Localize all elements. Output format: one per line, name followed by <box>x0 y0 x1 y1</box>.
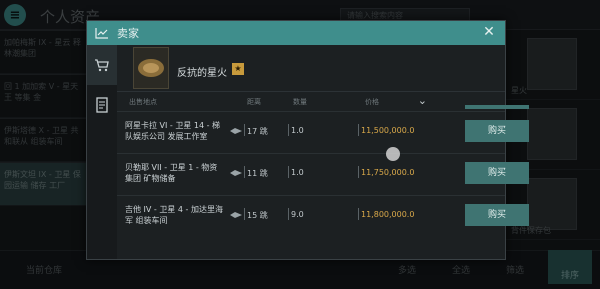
buy-button[interactable]: 购买 <box>465 120 529 142</box>
ship-icon <box>230 212 242 218</box>
divider <box>288 208 289 220</box>
dialog-header: 卖家 ✕ <box>87 21 505 45</box>
sell-location: 贝勒耶 VII - 卫星 1 - 物资集团 矿物储备 <box>125 163 218 183</box>
divider <box>358 166 359 178</box>
chevron-down-icon[interactable]: ⌄ <box>418 94 427 107</box>
column-quantity: 数量 <box>293 98 307 106</box>
sell-location: 阿星卡拉 VI - 卫星 14 - 梯队娱乐公司 发展工作室 <box>125 121 221 141</box>
divider <box>244 166 245 178</box>
price: 11,750,000.0 <box>361 168 415 177</box>
sellers-dialog: 卖家 ✕ 反抗的星火 ★ 出售地点 距离 数量 价格 ⌄ 阿星卡拉 VI - 卫… <box>86 20 529 260</box>
dialog-title: 卖家 <box>117 27 139 40</box>
quantity: 9.0 <box>291 210 304 219</box>
sellers-table: 阿星卡拉 VI - 卫星 14 - 梯队娱乐公司 发展工作室 17 跳 1.0 … <box>117 111 529 237</box>
table-row: 吉他 IV - 卫星 4 - 加达里海军 组装车间 15 跳 9.0 11,80… <box>117 195 529 237</box>
divider <box>244 124 245 136</box>
jump-count: 17 跳 <box>247 127 268 136</box>
close-icon[interactable]: ✕ <box>481 24 497 40</box>
tab-market-cart[interactable] <box>87 45 117 85</box>
document-icon <box>96 97 108 113</box>
sell-location: 吉他 IV - 卫星 4 - 加达里海军 组装车间 <box>125 205 223 225</box>
price: 11,500,000.0 <box>361 126 415 135</box>
jump-count: 15 跳 <box>247 211 268 220</box>
cart-icon <box>95 59 109 72</box>
divider <box>358 208 359 220</box>
touch-indicator <box>386 147 400 161</box>
chart-trend-icon <box>87 21 117 45</box>
jump-count: 11 跳 <box>247 169 268 178</box>
price: 11,800,000.0 <box>361 210 415 219</box>
divider <box>288 124 289 136</box>
buy-button[interactable]: 购买 <box>465 204 529 226</box>
star-icon: ★ <box>232 63 244 75</box>
buy-button-partial[interactable] <box>465 105 529 109</box>
dialog-side-tabs <box>87 45 117 259</box>
dialog-content: 反抗的星火 ★ 出售地点 距离 数量 价格 ⌄ 阿星卡拉 VI - 卫星 14 … <box>117 45 529 259</box>
column-jumps: 距离 <box>247 98 261 106</box>
tab-details[interactable] <box>87 85 117 125</box>
item-image <box>133 47 169 89</box>
buy-button[interactable]: 购买 <box>465 162 529 184</box>
quantity: 1.0 <box>291 126 304 135</box>
column-location: 出售地点 <box>129 98 157 106</box>
ship-icon <box>230 170 242 176</box>
item-name: 反抗的星火 <box>177 68 227 79</box>
quantity: 1.0 <box>291 168 304 177</box>
divider <box>358 124 359 136</box>
table-row: 贝勒耶 VII - 卫星 1 - 物资集团 矿物储备 11 跳 1.0 11,7… <box>117 153 529 195</box>
divider <box>244 208 245 220</box>
item-header: 反抗的星火 ★ <box>117 45 505 92</box>
ship-icon <box>230 128 242 134</box>
divider <box>288 166 289 178</box>
table-row: 阿星卡拉 VI - 卫星 14 - 梯队娱乐公司 发展工作室 17 跳 1.0 … <box>117 111 529 153</box>
column-price[interactable]: 价格 <box>365 97 379 107</box>
screen: ≡ 个人资产 请输入搜索内容 加帕梅斯 IX - 星云 释林潮集团 回 1 加加… <box>0 0 600 289</box>
column-headers: 出售地点 距离 数量 价格 ⌄ <box>117 94 505 110</box>
